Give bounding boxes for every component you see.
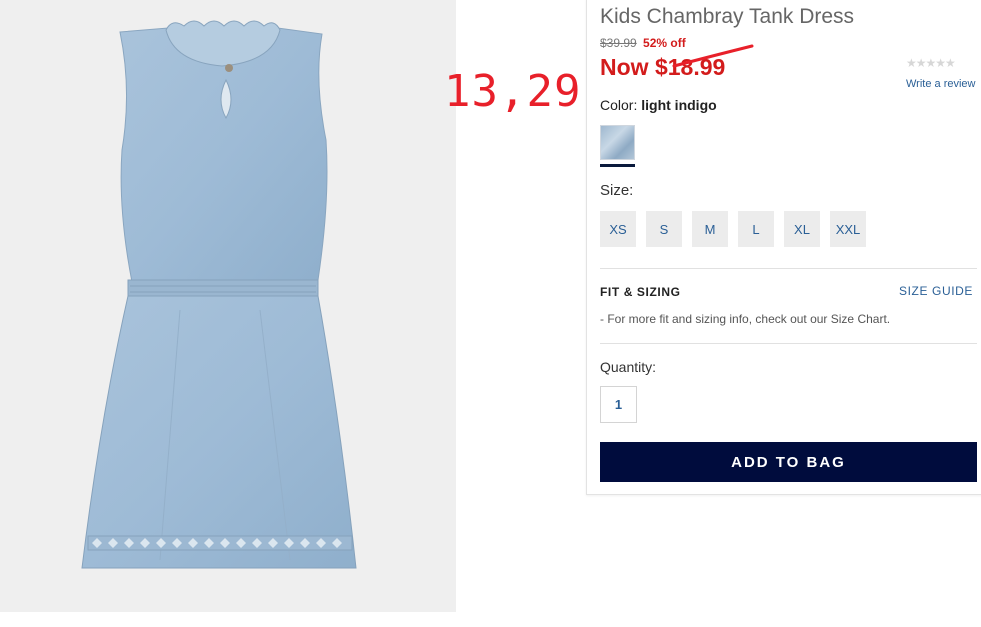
- handwritten-price-annotation: 13,29: [444, 66, 582, 117]
- product-image: [0, 0, 456, 612]
- fit-sizing-info: - For more fit and sizing info, check ou…: [600, 312, 891, 326]
- quantity-label: Quantity:: [600, 359, 657, 375]
- write-review-link[interactable]: Write a review: [906, 78, 975, 90]
- rating-stars-icon: ★★★★★: [906, 56, 956, 70]
- color-selection: Color: light indigo: [600, 97, 717, 113]
- size-button-l[interactable]: L: [738, 211, 774, 247]
- original-price: $39.99: [600, 36, 637, 50]
- size-options: XS S M L XL XXL: [600, 211, 866, 247]
- color-value: light indigo: [641, 97, 717, 113]
- quantity-input[interactable]: [600, 386, 637, 423]
- dress-illustration: [81, 20, 357, 569]
- size-button-xl[interactable]: XL: [784, 211, 820, 247]
- size-label: Size:: [600, 182, 634, 199]
- handwritten-strike-mark: [672, 44, 754, 68]
- selected-swatch-indicator: [600, 164, 635, 167]
- size-button-m[interactable]: M: [692, 211, 728, 247]
- divider: [600, 268, 977, 269]
- color-label: Color:: [600, 97, 638, 113]
- product-title: Kids Chambray Tank Dress: [600, 5, 855, 28]
- divider: [600, 343, 977, 344]
- fit-sizing-heading: FIT & SIZING: [600, 285, 681, 299]
- size-guide-link[interactable]: SIZE GUIDE: [899, 284, 973, 298]
- size-button-xxl[interactable]: XXL: [830, 211, 866, 247]
- size-button-xs[interactable]: XS: [600, 211, 636, 247]
- add-to-bag-button[interactable]: ADD TO BAG: [600, 442, 977, 482]
- sale-price-prefix: Now: [600, 54, 655, 80]
- color-swatch-light-indigo[interactable]: [600, 125, 635, 160]
- size-button-s[interactable]: S: [646, 211, 682, 247]
